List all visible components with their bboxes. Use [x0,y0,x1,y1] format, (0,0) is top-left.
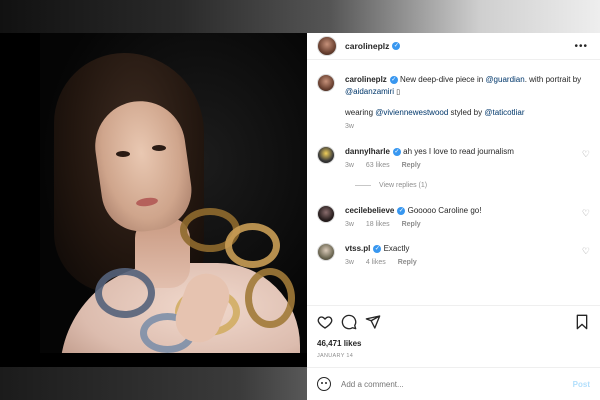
comment-body: cecilebelieve ✓ Gooooo Caroline go! 3w 18… [345,205,592,228]
comment-meta: 3w 18 likes Reply [345,221,592,228]
commenter-username[interactable]: vtss.pl [345,244,370,253]
post-header: carolineplz ✓ ••• [307,33,600,60]
post-actions: 46,471 likes JANUARY 14 [307,305,600,367]
post-side-panel: carolineplz ✓ ••• carolineplz ✓ New deep-… [307,33,600,367]
comment-text: vtss.pl ✓ Exactly [345,243,592,255]
comment-content: Gooooo Caroline go! [407,206,482,215]
post-date: JANUARY 14 [317,353,354,359]
verified-badge-icon: ✓ [389,75,398,84]
post-photo [40,33,307,353]
comment-content: ah yes I love to read journalism [403,147,514,156]
caption-text-part: styled by [450,108,483,117]
comment-row: vtss.pl ✓ Exactly 3w 4 likes Reply ♡ [317,243,592,266]
commenter-avatar[interactable] [317,205,335,223]
comments-list[interactable]: carolineplz ✓ New deep-dive piece in @gua… [307,61,600,303]
camera-emoji-icon: ▯ [396,89,401,96]
comment-text: dannylharle ✓ ah yes I love to read journ… [345,146,592,158]
view-replies-button[interactable]: View replies (1) [355,182,427,189]
caption-row: carolineplz ✓ New deep-dive piece in @gua… [317,74,592,130]
caption-avatar[interactable] [317,74,335,92]
add-comment-bar: Post [307,367,600,400]
background-top-band [0,0,600,33]
photo-chain-link [225,223,280,268]
view-replies-label: View replies (1) [379,182,428,189]
mention-link[interactable]: @viviennewestwood [375,108,448,117]
comment-body: dannylharle ✓ ah yes I love to read journ… [345,146,592,169]
comment-body: vtss.pl ✓ Exactly 3w 4 likes Reply [345,243,592,266]
caption-meta: 3w [345,123,592,130]
comment-text: cecilebelieve ✓ Gooooo Caroline go! [345,205,592,217]
comment-time: 3w [345,221,354,228]
share-send-icon[interactable] [365,314,381,330]
caption-author[interactable]: carolineplz [345,75,387,84]
mention-link[interactable]: @aidanzamiri [345,87,394,96]
comment-like-heart-icon[interactable]: ♡ [582,149,590,160]
caption-body: carolineplz ✓ New deep-dive piece in @gua… [345,74,592,130]
bookmark-icon[interactable] [574,314,590,330]
mention-link[interactable]: @guardian [485,75,524,84]
like-heart-icon[interactable] [317,314,333,330]
post-media[interactable] [0,33,307,367]
verified-badge-icon: ✓ [392,147,401,156]
verified-badge-icon: ✓ [397,206,406,215]
comment-likes[interactable]: 18 likes [366,221,390,228]
replies-divider [355,185,371,186]
photo-eye [152,145,166,151]
verified-badge-icon: ✓ [373,244,382,253]
reply-button[interactable]: Reply [402,162,421,169]
photo-chain-link [245,268,295,328]
comment-row: cecilebelieve ✓ Gooooo Caroline go! 3w 18… [317,205,592,228]
photo-chain-link [95,268,155,318]
commenter-username[interactable]: dannylharle [345,147,390,156]
author-username[interactable]: carolineplz [345,41,389,51]
commenter-username[interactable]: cecilebelieve [345,206,394,215]
comment-likes[interactable]: 4 likes [366,259,386,266]
reply-button[interactable]: Reply [398,259,417,266]
verified-badge-icon: ✓ [392,42,401,50]
comment-bubble-icon[interactable] [341,314,357,330]
photo-eye [116,151,130,157]
action-icons-bar [317,312,590,332]
comment-likes[interactable]: 63 likes [366,162,390,169]
commenter-avatar[interactable] [317,243,335,261]
comment-input[interactable] [341,379,561,389]
caption-text: carolineplz ✓ New deep-dive piece in @gua… [345,74,592,99]
more-options-icon[interactable]: ••• [574,41,588,52]
author-avatar[interactable] [317,36,337,56]
caption-text-part: . with portrait by [524,75,582,84]
comment-like-heart-icon[interactable]: ♡ [582,246,590,257]
caption-time: 3w [345,123,354,130]
comment-row: dannylharle ✓ ah yes I love to read journ… [317,146,592,169]
comment-time: 3w [345,259,354,266]
comment-meta: 3w 63 likes Reply [345,162,592,169]
comment-meta: 3w 4 likes Reply [345,259,592,266]
reply-button[interactable]: Reply [402,221,421,228]
emoji-smiley-icon[interactable] [317,377,331,391]
post-comment-button[interactable]: Post [573,380,590,389]
caption-text-part: wearing [345,108,374,117]
caption-text-line2: wearing @viviennewestwood styled by @tat… [345,107,592,119]
caption-text-part: New deep-dive piece in [400,75,484,84]
commenter-avatar[interactable] [317,146,335,164]
comment-time: 3w [345,162,354,169]
likes-count[interactable]: 46,471 likes [317,339,361,348]
post-modal: carolineplz ✓ ••• carolineplz ✓ New deep-… [0,33,600,367]
comment-like-heart-icon[interactable]: ♡ [582,208,590,219]
comment-content: Exactly [383,244,410,253]
mention-link[interactable]: @taticotliar [484,108,524,117]
